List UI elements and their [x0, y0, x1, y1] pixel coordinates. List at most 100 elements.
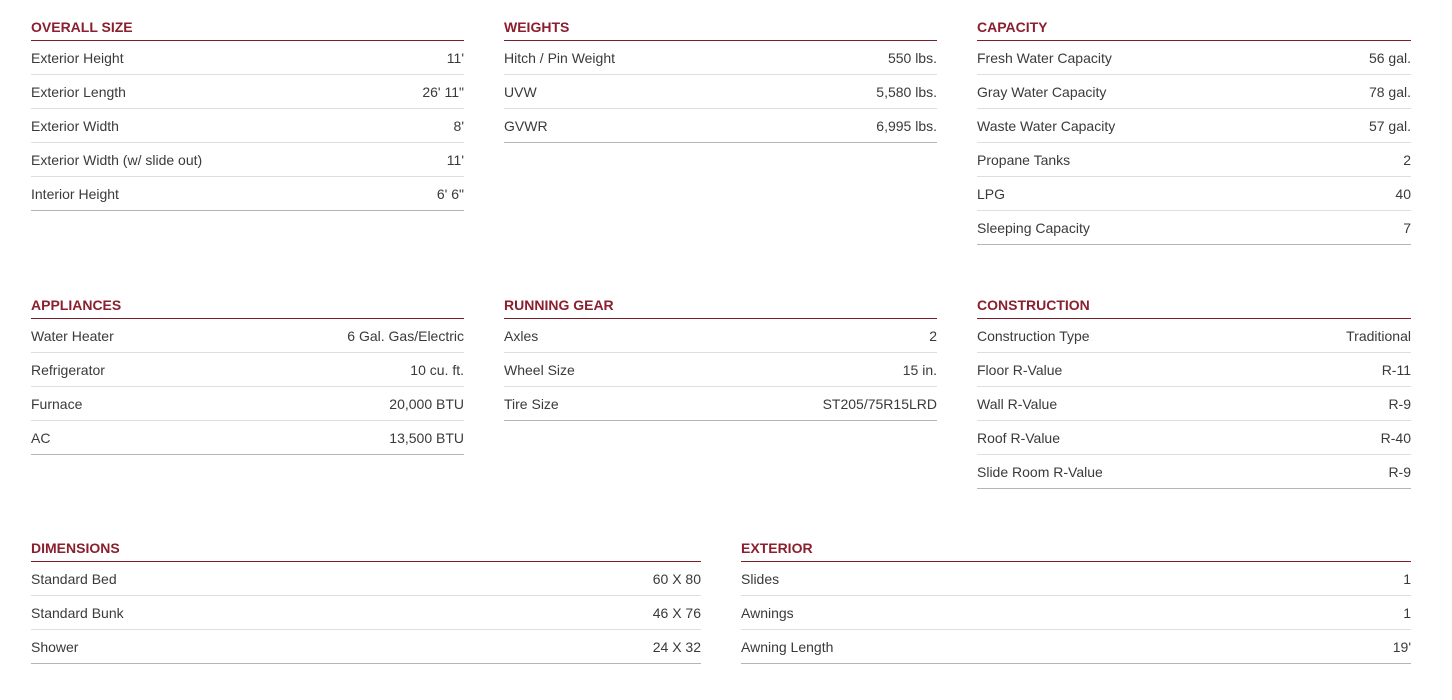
- spec-row: Wall R-Value R-9: [977, 387, 1411, 421]
- spec-value: 15 in.: [902, 361, 937, 378]
- section-title: OVERALL SIZE: [31, 1, 464, 41]
- spec-value: 46 X 76: [652, 604, 701, 621]
- spec-row: Hitch / Pin Weight 550 lbs.: [504, 41, 937, 75]
- spec-row: Shower 24 X 32: [31, 630, 701, 664]
- spec-row: Propane Tanks 2: [977, 143, 1411, 177]
- spec-value: 11': [446, 151, 464, 168]
- spec-value: 550 lbs.: [887, 49, 937, 66]
- spec-value: 56 gal.: [1368, 49, 1411, 66]
- spec-row: Exterior Width (w/ slide out) 11': [31, 143, 464, 177]
- exterior-section: EXTERIOR Slides 1 Awnings 1 Awning Length 1…: [741, 522, 1411, 664]
- spec-row: Slides 1: [741, 562, 1411, 596]
- spec-value: 57 gal.: [1368, 117, 1411, 134]
- spec-value: 1: [1403, 570, 1411, 587]
- spec-row: Gray Water Capacity 78 gal.: [977, 75, 1411, 109]
- spec-label: UVW: [504, 83, 537, 100]
- spec-value: 6 Gal. Gas/Electric: [347, 327, 464, 344]
- spec-row: AC 13,500 BTU: [31, 421, 464, 455]
- spec-value: 40: [1395, 185, 1411, 202]
- appliances-section: APPLIANCES Water Heater 6 Gal. Gas/Electr…: [31, 279, 464, 455]
- spec-value: 10 cu. ft.: [410, 361, 464, 378]
- spec-label: Axles: [504, 327, 539, 344]
- spec-value: ST205/75R15LRD: [822, 395, 937, 412]
- spec-label: Waste Water Capacity: [977, 117, 1116, 134]
- spec-row: Standard Bunk 46 X 76: [31, 596, 701, 630]
- spec-value: 2: [929, 327, 937, 344]
- spec-label: Gray Water Capacity: [977, 83, 1107, 100]
- spec-label: Exterior Width (w/ slide out): [31, 151, 203, 168]
- spec-label: Refrigerator: [31, 361, 105, 378]
- spec-row: Construction Type Traditional: [977, 319, 1411, 353]
- section-title: CAPACITY: [977, 1, 1411, 41]
- spec-value: R-40: [1380, 429, 1411, 446]
- spec-value: R-11: [1381, 361, 1411, 378]
- running-gear-section: RUNNING GEAR Axles 2 Wheel Size 15 in. Tir…: [504, 279, 937, 421]
- spec-row: Sleeping Capacity 7: [977, 211, 1411, 245]
- spec-row: Axles 2: [504, 319, 937, 353]
- spec-row: Slide Room R-Value R-9: [977, 455, 1411, 489]
- spec-label: Wall R-Value: [977, 395, 1058, 412]
- spec-value: 20,000 BTU: [389, 395, 464, 412]
- spec-row: Exterior Length 26' 11": [31, 75, 464, 109]
- spec-label: Floor R-Value: [977, 361, 1063, 378]
- spec-value: 2: [1403, 151, 1411, 168]
- spec-label: Awning Length: [741, 638, 834, 655]
- spec-value: 6' 6": [436, 185, 464, 202]
- spec-value: 24 X 32: [652, 638, 701, 655]
- spec-label: Fresh Water Capacity: [977, 49, 1112, 66]
- spec-value: 8': [453, 117, 464, 134]
- spec-row: Floor R-Value R-11: [977, 353, 1411, 387]
- spec-label: Propane Tanks: [977, 151, 1071, 168]
- spec-row: Standard Bed 60 X 80: [31, 562, 701, 596]
- section-title: CONSTRUCTION: [977, 279, 1411, 319]
- section-title: RUNNING GEAR: [504, 279, 937, 319]
- spec-row: LPG 40: [977, 177, 1411, 211]
- section-title: DIMENSIONS: [31, 522, 701, 562]
- spec-value: 6,995 lbs.: [876, 117, 937, 134]
- spec-value: 7: [1403, 219, 1411, 236]
- spec-value: R-9: [1388, 463, 1411, 480]
- section-title: EXTERIOR: [741, 522, 1411, 562]
- dimensions-section: DIMENSIONS Standard Bed 60 X 80 Standard …: [31, 522, 701, 664]
- spec-row: Fresh Water Capacity 56 gal.: [977, 41, 1411, 75]
- spec-label: Slide Room R-Value: [977, 463, 1103, 480]
- spec-row: Awnings 1: [741, 596, 1411, 630]
- section-title: APPLIANCES: [31, 279, 464, 319]
- spec-value: 1: [1403, 604, 1411, 621]
- spec-row: Exterior Height 11': [31, 41, 464, 75]
- spec-row: Refrigerator 10 cu. ft.: [31, 353, 464, 387]
- spec-label: Sleeping Capacity: [977, 219, 1090, 236]
- spec-value: 78 gal.: [1368, 83, 1411, 100]
- spec-label: Exterior Height: [31, 49, 124, 66]
- spec-label: Slides: [741, 570, 780, 587]
- spec-value: R-9: [1388, 395, 1411, 412]
- spec-label: Construction Type: [977, 327, 1090, 344]
- spec-value: Traditional: [1346, 327, 1411, 344]
- spec-label: Standard Bed: [31, 570, 117, 587]
- spec-row: Exterior Width 8': [31, 109, 464, 143]
- spec-label: Standard Bunk: [31, 604, 124, 621]
- spec-label: Awnings: [741, 604, 794, 621]
- spec-label: Tire Size: [504, 395, 559, 412]
- spec-label: Roof R-Value: [977, 429, 1061, 446]
- spec-label: Interior Height: [31, 185, 119, 202]
- spec-row: Awning Length 19': [741, 630, 1411, 664]
- spec-row: Waste Water Capacity 57 gal.: [977, 109, 1411, 143]
- spec-row: Tire Size ST205/75R15LRD: [504, 387, 937, 421]
- spec-row: Furnace 20,000 BTU: [31, 387, 464, 421]
- spec-label: Water Heater: [31, 327, 114, 344]
- overall-size-section: OVERALL SIZE Exterior Height 11' Exterior…: [31, 1, 464, 211]
- spec-row: UVW 5,580 lbs.: [504, 75, 937, 109]
- spec-row: GVWR 6,995 lbs.: [504, 109, 937, 143]
- spec-value: 26' 11": [422, 83, 464, 100]
- spec-row: Roof R-Value R-40: [977, 421, 1411, 455]
- spec-label: Wheel Size: [504, 361, 575, 378]
- spec-value: 60 X 80: [652, 570, 701, 587]
- spec-label: Exterior Width: [31, 117, 119, 134]
- spec-value: 13,500 BTU: [389, 429, 464, 446]
- spec-label: LPG: [977, 185, 1006, 202]
- spec-label: Hitch / Pin Weight: [504, 49, 616, 66]
- spec-row: Water Heater 6 Gal. Gas/Electric: [31, 319, 464, 353]
- spec-label: Shower: [31, 638, 79, 655]
- spec-label: Exterior Length: [31, 83, 126, 100]
